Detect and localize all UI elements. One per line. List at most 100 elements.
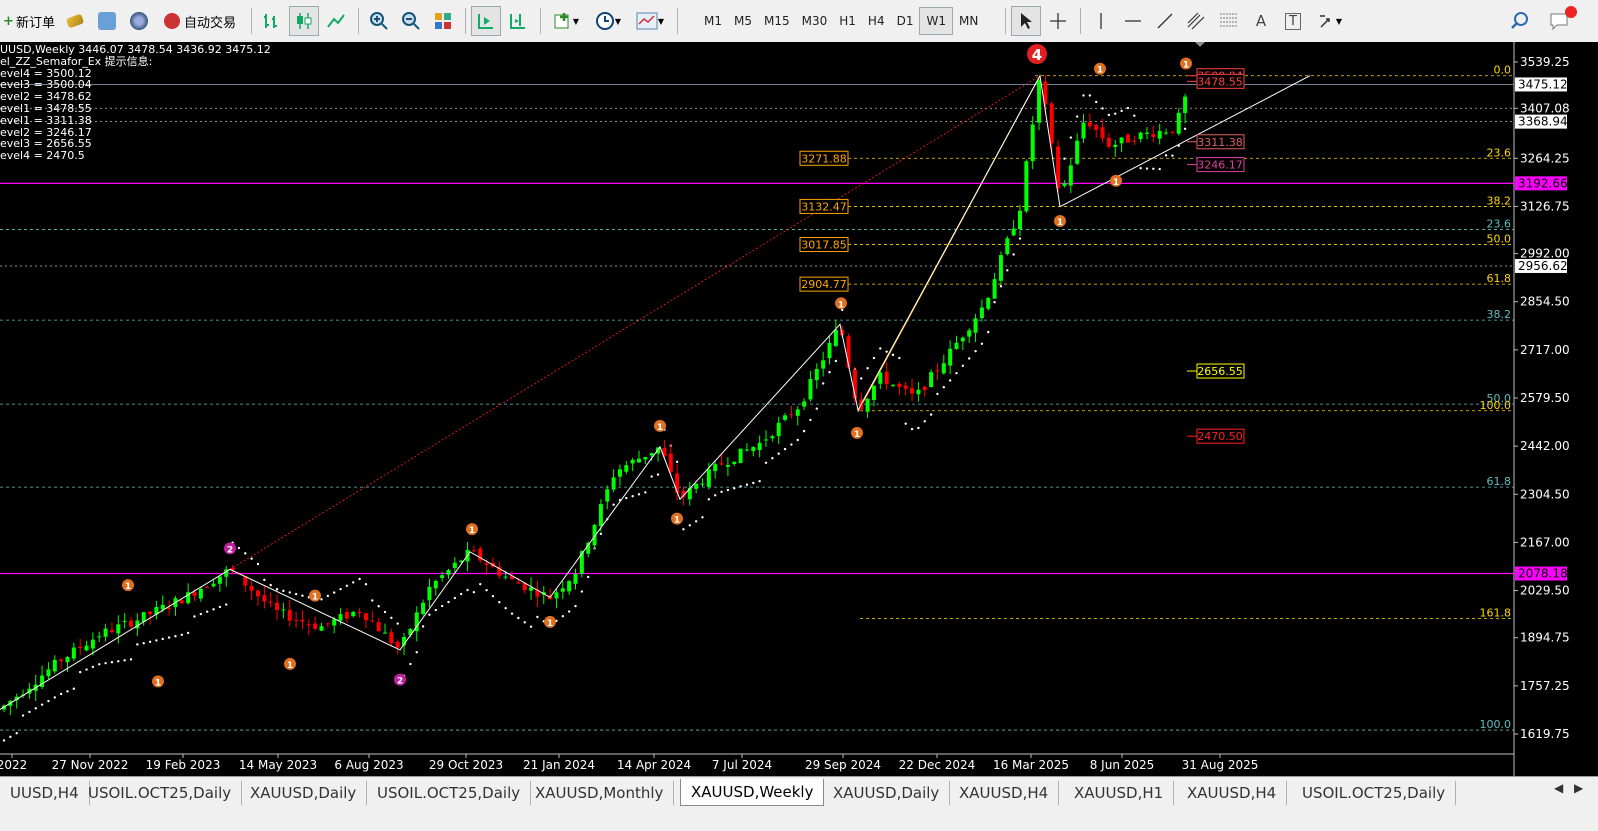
candle-body xyxy=(344,612,349,619)
horizontal-line-button[interactable] xyxy=(1118,6,1148,36)
sar-dot xyxy=(999,285,1003,288)
candle-body xyxy=(814,369,819,381)
tab-chart-3[interactable]: USOIL.OCT25,Daily xyxy=(367,781,532,805)
sar-dot xyxy=(796,438,799,442)
timeframe-m1-button[interactable]: M1 xyxy=(698,8,728,34)
tab-chart-1[interactable]: USOIL.OCT25,Daily xyxy=(78,781,243,805)
dropdown-arrow-icon: ▼ xyxy=(657,16,665,26)
candle-body xyxy=(1164,132,1169,134)
line-chart-icon xyxy=(327,14,345,28)
tab-chart-10[interactable]: USOIL.OCT25,Daily xyxy=(1292,781,1457,805)
search-button[interactable] xyxy=(1505,6,1535,36)
timeframe-h4-button[interactable]: H4 xyxy=(862,8,891,34)
sar-dot xyxy=(1139,167,1142,170)
tab-chart-6[interactable]: XAUUSD,Daily xyxy=(823,781,951,805)
candle-body xyxy=(376,622,381,632)
candle-body xyxy=(719,463,724,465)
tab-scroll-right[interactable]: ▶ xyxy=(1574,781,1583,795)
auto-scroll-button[interactable] xyxy=(471,6,501,36)
candle-body xyxy=(294,619,299,621)
data-window-button[interactable] xyxy=(92,6,122,36)
sar-dot xyxy=(1095,100,1098,104)
timeframe-w1-button[interactable]: W1 xyxy=(919,7,953,35)
timeframe-m15-button[interactable]: M15 xyxy=(758,8,796,34)
new-order-button[interactable]: + 新订单 xyxy=(0,6,58,36)
sar-dot xyxy=(447,600,450,604)
candle-body xyxy=(929,372,934,387)
timeframe-m5-button[interactable]: M5 xyxy=(728,8,758,34)
line-chart-button[interactable] xyxy=(321,6,351,36)
sar-dot xyxy=(15,731,18,735)
timeframe-m30-button[interactable]: M30 xyxy=(796,8,834,34)
toolbar-separator xyxy=(1080,8,1081,34)
sar-dot xyxy=(161,637,164,641)
navigator-button[interactable] xyxy=(124,6,154,36)
candle-body xyxy=(871,385,876,400)
sar-dot xyxy=(1107,113,1111,117)
sar-dot xyxy=(47,699,50,703)
sar-dot xyxy=(212,608,215,611)
timeframe-d1-button[interactable]: D1 xyxy=(891,8,920,34)
crosshair-tool-button[interactable] xyxy=(1043,6,1073,36)
timeframe-mn-button[interactable]: MN xyxy=(953,8,984,34)
candle-body xyxy=(706,469,711,487)
channel-button[interactable] xyxy=(1182,6,1212,36)
tab-scroll-left[interactable]: ◀ xyxy=(1554,781,1563,795)
bar-chart-button[interactable] xyxy=(257,6,287,36)
candle-body xyxy=(637,458,641,463)
arrows-dropdown[interactable]: ▼ xyxy=(1310,6,1350,36)
sar-dot xyxy=(821,382,825,385)
time-tick-label: 7 Jul 2024 xyxy=(712,758,772,772)
sar-dot xyxy=(479,582,482,586)
sar-dot xyxy=(879,347,882,350)
text-label-button[interactable]: T xyxy=(1278,6,1308,36)
tab-chart-5[interactable]: XAUUSD,Weekly xyxy=(680,779,825,806)
price-tick-label: 2579.50 xyxy=(1520,391,1570,405)
templates-dropdown[interactable]: ▼ xyxy=(630,6,670,36)
auto-trade-button[interactable]: 自动交易 xyxy=(156,6,244,36)
timeframe-h1-button[interactable]: H1 xyxy=(833,8,862,34)
candle-body xyxy=(1113,144,1118,148)
candle-body xyxy=(897,383,902,387)
tab-chart-2[interactable]: XAUUSD,Daily xyxy=(240,781,368,805)
sar-dot xyxy=(777,452,780,455)
sar-dot xyxy=(453,596,457,600)
semafor-marker-label: 1 xyxy=(469,526,475,536)
cursor-tool-button[interactable] xyxy=(1011,6,1041,36)
time-tick-label: 22 Dec 2024 xyxy=(899,758,976,772)
tab-chart-7[interactable]: XAUUSD,H4 xyxy=(949,781,1060,805)
sar-dot xyxy=(434,608,437,612)
chart-area[interactable]: 23.6 38.2 50.0 61.8 100.0 0.0 23.6 38.2 50.0 61.8… xyxy=(0,42,1598,776)
sar-dot xyxy=(428,613,431,616)
zoom-in-button[interactable] xyxy=(364,6,394,36)
level-box-label: 3246.17 xyxy=(1197,159,1243,172)
sar-dot xyxy=(612,503,615,506)
chart-shift-button[interactable] xyxy=(503,6,533,36)
fibonacci-button[interactable] xyxy=(1214,6,1244,36)
price-highlight-label: 2956.62 xyxy=(1518,259,1568,273)
candle-body xyxy=(141,612,146,622)
market-watch-button[interactable] xyxy=(60,6,90,36)
indicators-dropdown[interactable]: ▼ xyxy=(546,6,586,36)
tile-windows-button[interactable] xyxy=(428,6,458,36)
tab-chart-4[interactable]: XAUUSD,Monthly xyxy=(525,781,675,805)
semafor-marker-label: 1 xyxy=(657,423,663,433)
sar-dot xyxy=(117,660,120,663)
periods-dropdown[interactable]: ▼ xyxy=(588,6,628,36)
zoom-out-button[interactable] xyxy=(396,6,426,36)
trend-line-button[interactable] xyxy=(1150,6,1180,36)
candle-body xyxy=(287,609,292,621)
sar-dot xyxy=(34,707,37,710)
tab-chart-0[interactable]: UUSD,H4 xyxy=(0,781,90,805)
sar-dot xyxy=(186,631,190,635)
messages-button[interactable] xyxy=(1545,6,1577,36)
tab-chart-8[interactable]: XAUUSD,H1 xyxy=(1064,781,1175,805)
info-panel: UUSD,Weekly 3446.07 3478.54 3436.92 3475… xyxy=(0,44,271,162)
semafor-major-label: 4 xyxy=(1032,46,1042,64)
candle-body xyxy=(1145,132,1149,134)
candlestick-button[interactable] xyxy=(289,6,319,36)
vertical-line-button[interactable] xyxy=(1086,6,1116,36)
text-tool-button[interactable]: A xyxy=(1246,6,1276,36)
sar-dot xyxy=(345,584,349,587)
tab-chart-9[interactable]: XAUUSD,H4 xyxy=(1177,781,1288,805)
